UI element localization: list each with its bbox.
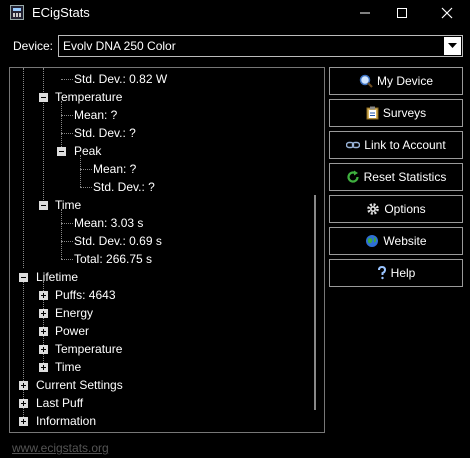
tree-line <box>43 68 44 206</box>
minimize-icon <box>360 12 370 14</box>
close-button[interactable] <box>426 0 468 26</box>
globe-icon <box>365 234 379 248</box>
question-mark-icon <box>377 266 387 280</box>
chain-link-icon <box>346 140 361 150</box>
magnifier-icon <box>359 74 373 88</box>
website-button[interactable]: Website <box>329 227 463 255</box>
tree-item[interactable]: Total: 266.75 s <box>74 250 152 268</box>
expand-icon[interactable] <box>19 417 28 426</box>
statistics-tree[interactable]: Std. Dev.: 0.82 W Temperature Mean: ? St… <box>9 67 325 433</box>
expand-icon[interactable] <box>39 363 48 372</box>
tree-item[interactable]: Std. Dev.: ? <box>74 124 136 142</box>
tree-item-current-settings[interactable]: Current Settings <box>36 376 123 394</box>
expand-icon[interactable] <box>39 345 48 354</box>
my-device-label: My Device <box>376 74 433 88</box>
tree-line <box>61 79 73 80</box>
link-to-account-label: Link to Account <box>364 138 446 152</box>
collapse-icon[interactable] <box>19 273 28 282</box>
surveys-label: Surveys <box>382 106 427 120</box>
tree-line <box>61 209 62 259</box>
tree-line <box>23 68 24 268</box>
tree-line <box>61 259 73 260</box>
tree-line <box>61 115 73 116</box>
tree-item-time[interactable]: Time <box>55 196 81 214</box>
help-button[interactable]: Help <box>329 259 463 287</box>
tree-line <box>61 241 73 242</box>
tree-item-energy[interactable]: Energy <box>55 304 93 322</box>
reset-statistics-button[interactable]: Reset Statistics <box>329 163 463 191</box>
collapse-icon[interactable] <box>39 201 48 210</box>
tree-line <box>61 133 73 134</box>
expand-icon[interactable] <box>19 381 28 390</box>
tree-line <box>61 223 73 224</box>
options-label: Options <box>384 202 426 216</box>
tree-line <box>61 101 62 151</box>
help-label: Help <box>390 266 416 280</box>
device-select[interactable]: Evolv DNA 250 Color <box>58 35 463 57</box>
expand-icon[interactable] <box>39 309 48 318</box>
device-select-value: Evolv DNA 250 Color <box>63 39 176 53</box>
app-icon <box>10 5 24 20</box>
reset-statistics-label: Reset Statistics <box>363 170 447 184</box>
surveys-button[interactable]: Surveys <box>329 99 463 127</box>
tree-item[interactable]: Std. Dev.: 0.82 W <box>74 70 167 88</box>
options-button[interactable]: Options <box>329 195 463 223</box>
tree-line <box>80 169 92 170</box>
collapse-icon[interactable] <box>57 147 66 156</box>
tree-line <box>80 187 92 188</box>
expand-icon[interactable] <box>19 399 28 408</box>
tree-item-temperature[interactable]: Temperature <box>55 340 122 358</box>
title-bar: ECigStats <box>0 0 470 26</box>
chevron-down-icon[interactable] <box>444 37 461 55</box>
tree-item-puffs[interactable]: Puffs: 4643 <box>55 286 116 304</box>
gear-icon <box>366 202 380 216</box>
expand-icon[interactable] <box>39 327 48 336</box>
tree-item-last-puff[interactable]: Last Puff <box>36 394 83 412</box>
tree-item[interactable]: Std. Dev.: ? <box>93 178 155 196</box>
tree-item-temperature[interactable]: Temperature <box>55 88 122 106</box>
link-to-account-button[interactable]: Link to Account <box>329 131 463 159</box>
refresh-icon <box>346 170 360 184</box>
my-device-button[interactable]: My Device <box>329 67 463 95</box>
maximize-button[interactable] <box>381 0 423 26</box>
tree-item[interactable]: Mean: ? <box>74 106 117 124</box>
tree-item-time[interactable]: Time <box>55 358 81 376</box>
device-label: Device: <box>13 39 54 53</box>
tree-item-information[interactable]: Information <box>36 412 96 430</box>
website-label: Website <box>383 234 427 248</box>
tree-item-peak[interactable]: Peak <box>74 142 101 160</box>
tree-item[interactable]: Mean: ? <box>93 160 136 178</box>
tree-item[interactable]: Std. Dev.: 0.69 s <box>74 232 162 250</box>
tree-item[interactable]: Mean: 3.03 s <box>74 214 143 232</box>
tree-item-power[interactable]: Power <box>55 322 89 340</box>
expand-icon[interactable] <box>39 291 48 300</box>
minimize-button[interactable] <box>344 0 386 26</box>
collapse-icon[interactable] <box>39 93 48 102</box>
website-link[interactable]: www.ecigstats.org <box>12 441 109 455</box>
tree-item-lifetime[interactable]: Lifetime <box>36 268 78 286</box>
maximize-icon <box>397 8 407 18</box>
close-icon <box>441 7 453 19</box>
window-title: ECigStats <box>32 5 90 20</box>
clipboard-icon <box>366 106 379 120</box>
tree-scrollbar[interactable] <box>314 195 316 410</box>
